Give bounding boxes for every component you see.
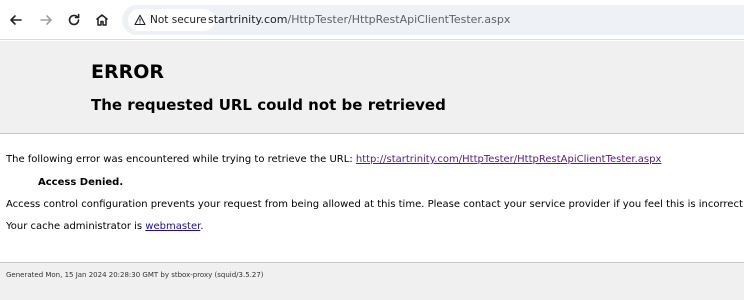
home-button[interactable] (90, 8, 114, 32)
footer-text: Generated Mon, 15 Jan 2024 20:28:30 GMT … (6, 271, 264, 279)
error-intro-text: The following error was encountered whil… (6, 154, 356, 165)
error-explanation: Access control configuration prevents yo… (6, 199, 744, 210)
error-name: Access Denied. (38, 177, 124, 188)
back-button[interactable] (4, 8, 28, 32)
security-label: Not secure (150, 14, 207, 26)
security-chip[interactable]: Not secure (128, 9, 215, 31)
browser-toolbar: Not secure startrinity.com/HttpTester/Ht… (0, 0, 744, 40)
arrow-right-icon (40, 15, 52, 25)
admin-suffix: . (200, 221, 204, 232)
forward-button[interactable] (34, 8, 58, 32)
error-footer: Generated Mon, 15 Jan 2024 20:28:30 GMT … (0, 262, 744, 300)
arrow-left-icon (10, 15, 22, 25)
admin-prefix: Your cache administrator is (6, 221, 146, 232)
requested-url-link[interactable]: http://startrinity.com/HttpTester/HttpRe… (356, 154, 662, 165)
error-subheading: The requested URL could not be retrieved (91, 96, 446, 114)
home-icon (96, 14, 108, 26)
url-host: startrinity.com (208, 13, 288, 26)
reload-button[interactable] (62, 8, 86, 32)
error-intro: The following error was encountered whil… (6, 153, 661, 167)
warning-triangle-icon (134, 14, 146, 26)
error-heading: ERROR (91, 61, 165, 83)
url-text[interactable]: startrinity.com/HttpTester/HttpRestApiCl… (208, 13, 510, 26)
webmaster-link[interactable]: webmaster (145, 221, 200, 232)
reload-icon (68, 13, 80, 26)
admin-line: Your cache administrator is webmaster. (6, 220, 204, 234)
url-path: /HttpTester/HttpRestApiClientTester.aspx (287, 13, 511, 26)
error-header: ERROR The requested URL could not be ret… (0, 41, 744, 134)
address-bar[interactable]: Not secure startrinity.com/HttpTester/Ht… (122, 5, 744, 35)
